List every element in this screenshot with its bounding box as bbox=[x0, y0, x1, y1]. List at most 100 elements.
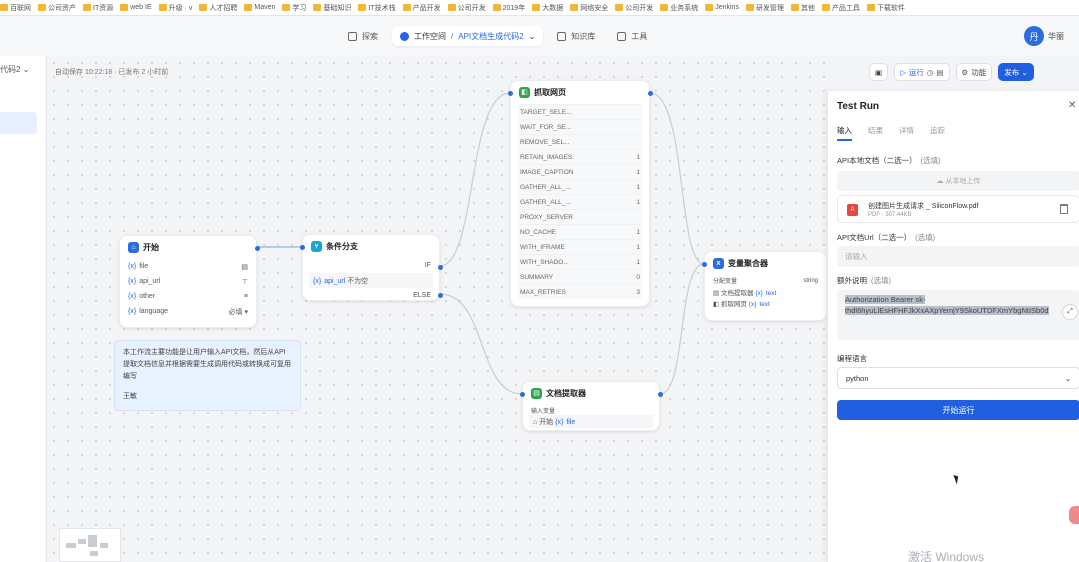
scrape-node[interactable]: ◧ 抓取网页 TARGET_SELE... WAIT_FOR_SE... REMOV… bbox=[508, 80, 653, 307]
bookmark-item[interactable]: 基础知识 bbox=[313, 3, 351, 13]
expand-icon[interactable]: ⤢ bbox=[1062, 304, 1078, 320]
scrape-input-port[interactable] bbox=[508, 91, 513, 96]
folder-icon bbox=[821, 4, 830, 11]
variable-icon: {x} bbox=[128, 278, 137, 285]
text-icon: ⊤ bbox=[241, 278, 248, 286]
tab-detail[interactable]: 详情 bbox=[899, 125, 914, 141]
panel-title: Test Run bbox=[837, 101, 880, 112]
tab-knowledge[interactable]: 知识库 bbox=[549, 26, 603, 46]
bookmark-item[interactable]: 2019年 bbox=[492, 3, 526, 13]
publish-button[interactable]: 发布 ⌄ bbox=[998, 63, 1034, 81]
tab-input[interactable]: 输入 bbox=[837, 125, 852, 141]
if-output-port[interactable] bbox=[438, 265, 443, 270]
minimap[interactable] bbox=[59, 528, 121, 562]
tab-tracing[interactable]: 追踪 bbox=[930, 125, 945, 141]
bookmark-item[interactable]: 百联网 bbox=[0, 3, 31, 13]
start-var-row: {x} language 必填 ▾ bbox=[120, 304, 256, 319]
tab-tools[interactable]: 工具 bbox=[609, 26, 655, 46]
scrape-output-port[interactable] bbox=[648, 91, 653, 96]
bookmark-item[interactable]: 公司资产 bbox=[38, 3, 76, 13]
other-textarea[interactable]: Authorization Bearer sk- thdl6hyuLlEsHFH… bbox=[837, 290, 1079, 340]
scrape-param-name: SUMMARY bbox=[520, 273, 554, 281]
bookmark-item[interactable]: Jenkins bbox=[705, 4, 739, 11]
if-label: IF bbox=[424, 262, 431, 269]
file-meta: PDF · 307.44KB bbox=[868, 212, 912, 218]
run-label: 运行 bbox=[908, 67, 924, 77]
language-select[interactable]: python ⌄ bbox=[837, 367, 1079, 389]
scrape-param-name: WITH_IFRAME bbox=[520, 243, 565, 251]
aggregator-sub-row: 分配变量 string bbox=[705, 275, 826, 286]
bookmark-item[interactable]: 公司开发 bbox=[615, 3, 653, 13]
breadcrumb-current-app[interactable]: API文档生成代码2 bbox=[458, 31, 523, 42]
chevron-down-icon[interactable]: ⌄ bbox=[529, 32, 536, 41]
bookmark-item[interactable]: 产品工具 bbox=[821, 3, 860, 13]
condition-node[interactable]: ⑂ 条件分支 IF {x} api_url 不为空 ELSE bbox=[300, 234, 443, 303]
bookmark-item[interactable]: 研发管理 bbox=[745, 3, 784, 13]
variable-icon: x bbox=[713, 258, 724, 269]
start-run-button[interactable]: 开始运行 bbox=[837, 400, 1079, 420]
workflow-canvas[interactable]: 自动保存 10:22:18 · 已发布 2 小时前 ⌂ 开始 {x} file ▤… bbox=[47, 56, 827, 562]
delete-icon[interactable] bbox=[1060, 204, 1068, 214]
extractor-input-port[interactable] bbox=[520, 392, 525, 397]
else-row: ELSE bbox=[303, 288, 439, 303]
bookmarks-bar: 百联网 公司资产 IT资源 web IE 升级 · v 人才招聘 Maven 学习 基础知识 IT… bbox=[0, 0, 1079, 16]
extractor-input-name: 开始 bbox=[539, 418, 554, 426]
bookmark-item[interactable]: 学习 bbox=[282, 3, 306, 13]
tab-explore[interactable]: 探索 bbox=[340, 26, 386, 46]
select-icon: ▾ bbox=[244, 308, 248, 316]
bookmark-label: 大数据 bbox=[542, 4, 564, 12]
tab-workspace[interactable]: 工作空间 / API文档生成代码2 ⌄ bbox=[392, 26, 544, 46]
breadcrumb-separator: / bbox=[451, 31, 454, 41]
bookmark-item[interactable]: 产品开发 bbox=[402, 3, 441, 13]
scrape-param-row: TARGET_SELE... bbox=[518, 104, 642, 119]
features-button[interactable]: ⚙ 功能 bbox=[955, 63, 993, 81]
api-url-input[interactable]: 请输入 bbox=[837, 246, 1079, 267]
upload-button[interactable]: ☁ 从本地上传 bbox=[837, 171, 1079, 191]
upload-cloud-icon: ☁ bbox=[936, 178, 944, 185]
edge-scrape-aggregator bbox=[649, 92, 705, 265]
folder-icon bbox=[492, 4, 501, 11]
workflow-name[interactable]: 代码2 ⌄ bbox=[0, 64, 29, 75]
condition-input-port[interactable] bbox=[300, 245, 305, 250]
bookmark-item[interactable]: 网络安全 bbox=[570, 3, 608, 13]
floating-widget[interactable] bbox=[1069, 506, 1079, 524]
close-icon[interactable]: ✕ bbox=[1068, 100, 1076, 111]
history-icon[interactable]: ◷ bbox=[927, 68, 934, 77]
aggregator-input-port[interactable] bbox=[702, 262, 707, 267]
bookmark-item[interactable]: 下载软件 bbox=[866, 3, 905, 13]
user-menu[interactable]: 丹 华丽 bbox=[1024, 26, 1064, 46]
bookmark-item[interactable]: 其他 bbox=[790, 3, 815, 13]
extractor-node[interactable]: ▤ 文档提取器 输入变量 ⌂ 开始 {x} file bbox=[520, 381, 663, 431]
bookmark-label: 下载软件 bbox=[876, 4, 905, 12]
file-icon: ▤ bbox=[713, 289, 720, 297]
bookmark-label: 2019年 bbox=[502, 4, 526, 12]
bookmark-item[interactable]: 大数据 bbox=[532, 3, 563, 13]
start-output-port[interactable] bbox=[255, 246, 260, 251]
scrape-param-name: TARGET_SELE... bbox=[520, 108, 572, 116]
aggregator-node[interactable]: x 变量聚合器 分配变量 string ▤ 文档提取器 {x} text ◧ 抓取… bbox=[702, 251, 827, 321]
main-tabs: 探索 工作空间 / API文档生成代码2 ⌄ 知识库 工具 bbox=[340, 26, 655, 46]
extractor-output-port[interactable] bbox=[658, 392, 663, 397]
bookmark-item[interactable]: 业务系统 bbox=[660, 3, 698, 13]
uploaded-file-card: A 创建图片生成请求 _ SiliconFlow.pdf PDF · 307.4… bbox=[837, 195, 1079, 223]
bookmark-item[interactable]: IT资源 bbox=[83, 3, 113, 13]
else-output-port[interactable] bbox=[438, 293, 443, 298]
checklist-button[interactable]: ▣ bbox=[869, 63, 889, 81]
start-node[interactable]: ⌂ 开始 {x} file ▤ {x} api_url ⊤ {x} other ≡ {… bbox=[119, 235, 260, 328]
run-button[interactable]: ▷ 运行 ◷ ▤ bbox=[894, 63, 950, 81]
tab-result[interactable]: 结果 bbox=[868, 125, 883, 141]
bookmark-item[interactable]: IT技术栈 bbox=[358, 3, 396, 13]
bookmark-item[interactable]: Maven bbox=[244, 4, 275, 11]
scrape-param-name: PROXY_SERVER bbox=[520, 213, 573, 221]
tab-workspace-label: 工作空间 bbox=[414, 31, 446, 41]
sidebar-item-orchestrate[interactable] bbox=[0, 112, 37, 134]
bookmark-item[interactable]: 公司开发 bbox=[447, 3, 486, 13]
folder-icon bbox=[866, 4, 875, 11]
checklist-icon[interactable]: ▤ bbox=[936, 68, 943, 77]
extractor-input-var: file bbox=[566, 418, 576, 426]
folder-icon bbox=[402, 4, 411, 11]
note-card[interactable]: 本工作流主要功能是让用户输入API文档，然后从API提取文档信息并根据需要生成调… bbox=[114, 340, 301, 411]
bookmark-item[interactable]: 人才招聘 bbox=[199, 3, 237, 13]
bookmark-item[interactable]: web IE bbox=[120, 4, 152, 11]
bookmark-item[interactable]: 升级 · v bbox=[158, 3, 192, 13]
